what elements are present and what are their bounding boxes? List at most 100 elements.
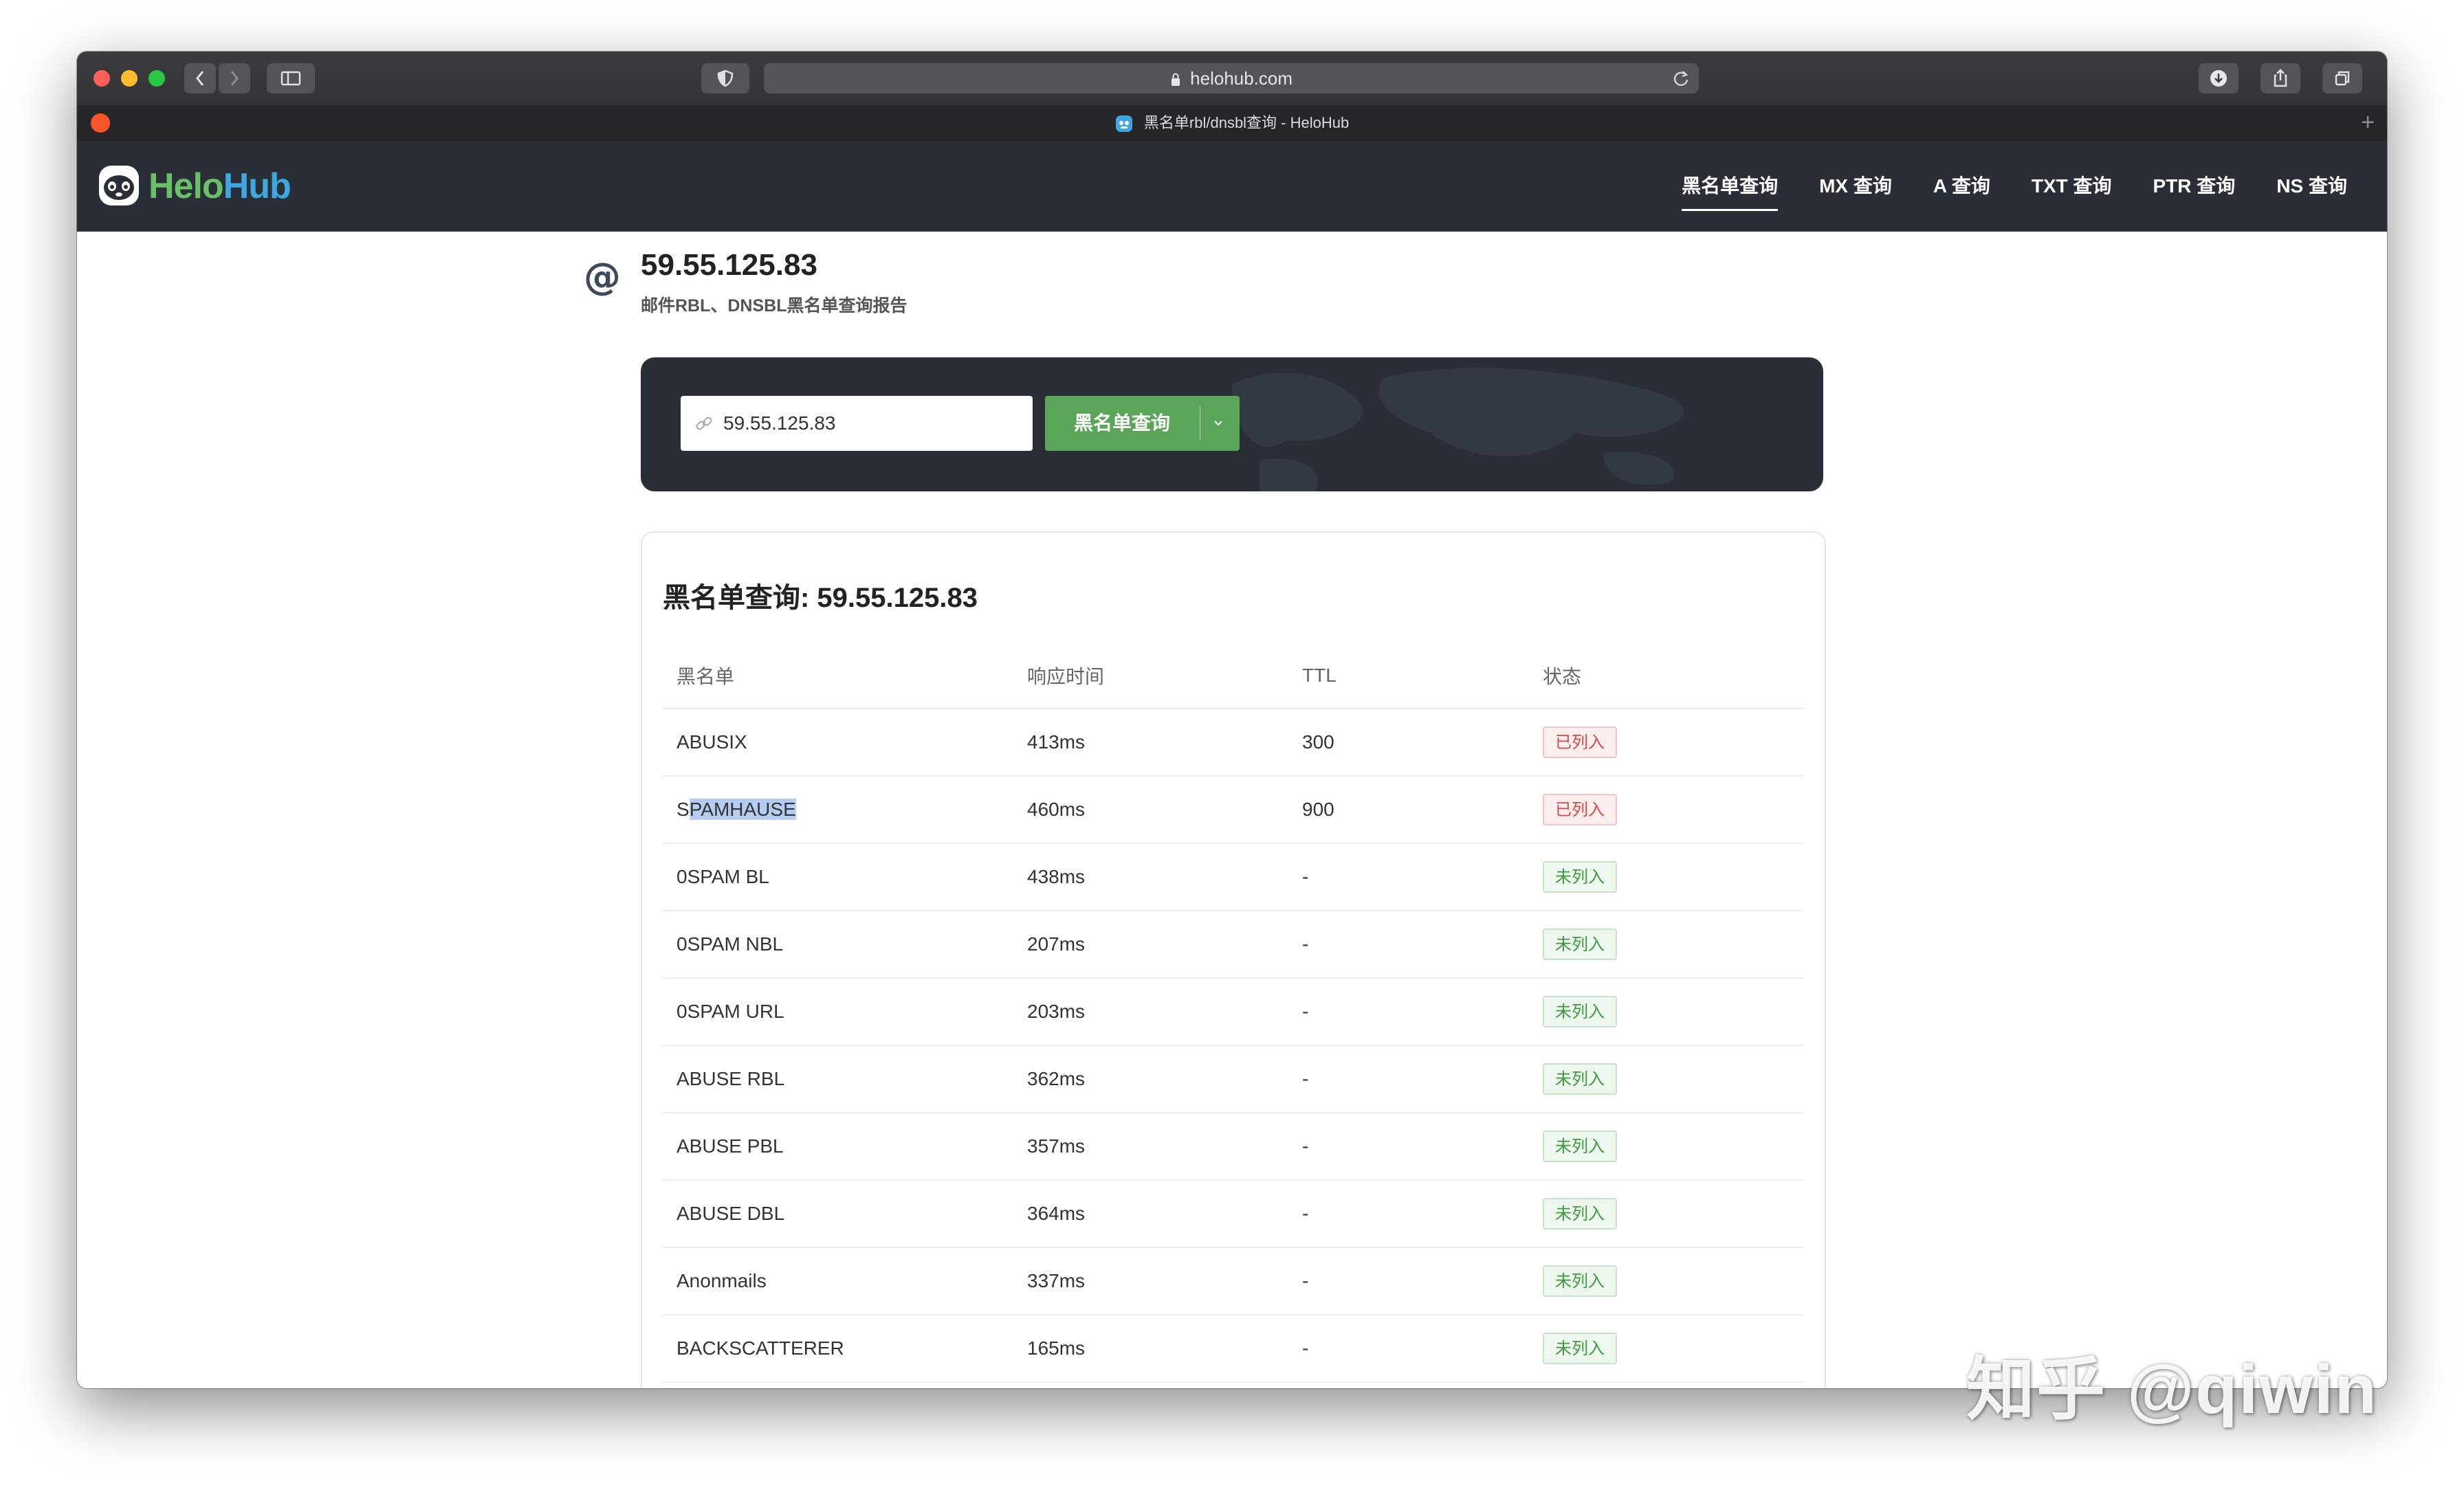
status-badge: 未列入 [1543, 1131, 1617, 1162]
status-cell: 未列入 [1529, 1045, 1804, 1113]
download-icon [2210, 70, 2227, 87]
blacklist-name: BACKSCATTERER [663, 1315, 1013, 1383]
table-row: ABUSIX 413ms 300 已列入 [663, 709, 1804, 777]
nav-ptr-lookup[interactable]: PTR 查询 [2153, 141, 2236, 232]
privacy-shield-button[interactable] [701, 63, 749, 93]
table-row: Anonmails 337ms - 未列入 [663, 1247, 1804, 1315]
blacklist-name: SPAMHAUSE [663, 776, 1013, 844]
tabs-overview-button[interactable] [2322, 63, 2362, 93]
tab-bar: 黑名单rbl/dnsbl查询 - HeloHub + [77, 105, 2387, 142]
table-row: 0SPAM NBL 207ms - 未列入 [663, 911, 1804, 979]
share-button[interactable] [2260, 63, 2300, 93]
chevron-right-icon [230, 71, 239, 86]
browser-toolbar: helohub.com [77, 52, 2387, 106]
minimize-window-button[interactable] [121, 70, 138, 87]
ttl-value: - [1288, 1113, 1529, 1181]
maximize-window-button[interactable] [148, 70, 165, 87]
ttl-value: - [1288, 911, 1529, 979]
response-time: 165ms [1013, 1315, 1288, 1383]
nav-mx-lookup[interactable]: MX 查询 [1819, 141, 1892, 232]
status-badge: 未列入 [1543, 1265, 1617, 1297]
tabs-icon [2335, 71, 2350, 86]
status-badge: 未列入 [1543, 1198, 1617, 1230]
ttl-value: - [1288, 1045, 1529, 1113]
status-badge: 已列入 [1543, 794, 1617, 825]
status-badge: 未列入 [1543, 996, 1617, 1027]
status-cell: 未列入 [1529, 1180, 1804, 1248]
response-time: 357ms [1013, 1113, 1288, 1181]
search-panel: 59.55.125.83 黑名单查询 [641, 357, 1823, 491]
blacklist-name: 0SPAM BL [663, 843, 1013, 911]
status-cell: 已列入 [1529, 709, 1804, 777]
blacklist-name: Anonmails [663, 1247, 1013, 1315]
url-text: helohub.com [1190, 68, 1293, 89]
response-time: 460ms [1013, 776, 1288, 844]
site-header: HeloHub 黑名单查询 MX 查询 A 查询 TXT 查询 PTR 查询 N… [77, 141, 2387, 232]
forward-button[interactable] [219, 63, 250, 93]
page-title: 59.55.125.83 [641, 248, 817, 282]
search-button-label: 黑名单查询 [1074, 412, 1171, 434]
downloads-button[interactable] [2199, 63, 2238, 93]
blacklist-table: 黑名单 响应时间 TTL 状态 ABUSIX 413ms 300 已列入 SPAMHAU… [663, 643, 1804, 1383]
reload-icon[interactable] [1671, 69, 1691, 88]
blacklist-search-button[interactable]: 黑名单查询 [1045, 396, 1240, 451]
ip-search-value: 59.55.125.83 [723, 412, 836, 434]
status-cell: 未列入 [1529, 1247, 1804, 1315]
blacklist-name: ABUSE RBL [663, 1045, 1013, 1113]
share-icon [2274, 69, 2287, 87]
table-row: ABUSE RBL 362ms - 未列入 [663, 1045, 1804, 1113]
ttl-value: - [1288, 1315, 1529, 1383]
ttl-value: 900 [1288, 776, 1529, 844]
chevron-down-icon[interactable] [1211, 416, 1225, 430]
helohub-favicon-icon [1115, 115, 1132, 133]
blacklist-name: ABUSE PBL [663, 1113, 1013, 1181]
status-badge: 已列入 [1543, 726, 1617, 758]
results-title: 黑名单查询: 59.55.125.83 [663, 583, 978, 613]
response-time: 438ms [1013, 843, 1288, 911]
svg-text:@: @ [584, 259, 621, 298]
status-badge: 未列入 [1543, 1333, 1617, 1364]
table-row: ABUSE PBL 357ms - 未列入 [663, 1113, 1804, 1181]
nav-ns-lookup[interactable]: NS 查询 [2276, 141, 2347, 232]
blacklist-name: ABUSIX [663, 709, 1013, 777]
blacklist-name: 0SPAM NBL [663, 911, 1013, 979]
sidebar-button[interactable] [267, 63, 315, 93]
page-subtitle: 邮件RBL、DNSBL黑名单查询报告 [641, 296, 908, 315]
response-time: 413ms [1013, 709, 1288, 777]
table-header-row: 黑名单 响应时间 TTL 状态 [663, 643, 1804, 709]
status-cell: 未列入 [1529, 1315, 1804, 1383]
new-tab-button[interactable]: + [2361, 109, 2375, 136]
status-badge: 未列入 [1543, 1063, 1617, 1095]
header-status: 状态 [1529, 643, 1804, 709]
sidebar-icon [280, 71, 301, 86]
nav-a-lookup[interactable]: A 查询 [1933, 141, 1990, 232]
response-time: 362ms [1013, 1045, 1288, 1113]
blacklist-name: ABUSE DBL [663, 1180, 1013, 1248]
table-row: BACKSCATTERER 165ms - 未列入 [663, 1315, 1804, 1383]
status-cell: 已列入 [1529, 776, 1804, 844]
back-button[interactable] [184, 63, 216, 93]
blacklist-name: 0SPAM URL [663, 978, 1013, 1046]
table-row: SPAMHAUSE 460ms 900 已列入 [663, 776, 1804, 844]
status-cell: 未列入 [1529, 978, 1804, 1046]
ttl-value: - [1288, 978, 1529, 1046]
response-time: 203ms [1013, 978, 1288, 1046]
close-window-button[interactable] [94, 70, 110, 87]
address-bar[interactable]: helohub.com [764, 63, 1699, 93]
status-cell: 未列入 [1529, 843, 1804, 911]
nav-txt-lookup[interactable]: TXT 查询 [2032, 141, 2112, 232]
active-tab[interactable]: 黑名单rbl/dnsbl查询 - HeloHub [77, 105, 2387, 141]
header-ttl: TTL [1288, 643, 1529, 709]
table-row: ABUSE DBL 364ms - 未列入 [663, 1180, 1804, 1248]
ttl-value: - [1288, 1180, 1529, 1248]
status-badge: 未列入 [1543, 929, 1617, 960]
ip-search-input[interactable]: 59.55.125.83 [681, 396, 1033, 451]
lock-icon [1171, 73, 1180, 87]
ttl-value: - [1288, 1247, 1529, 1315]
status-cell: 未列入 [1529, 911, 1804, 979]
zhihu-watermark: 知乎 @qiwin [1966, 1351, 2378, 1428]
header-response-time: 响应时间 [1013, 643, 1288, 709]
nav-blacklist-lookup[interactable]: 黑名单查询 [1682, 141, 1779, 232]
ttl-value: 300 [1288, 709, 1529, 777]
shield-icon [717, 69, 734, 87]
